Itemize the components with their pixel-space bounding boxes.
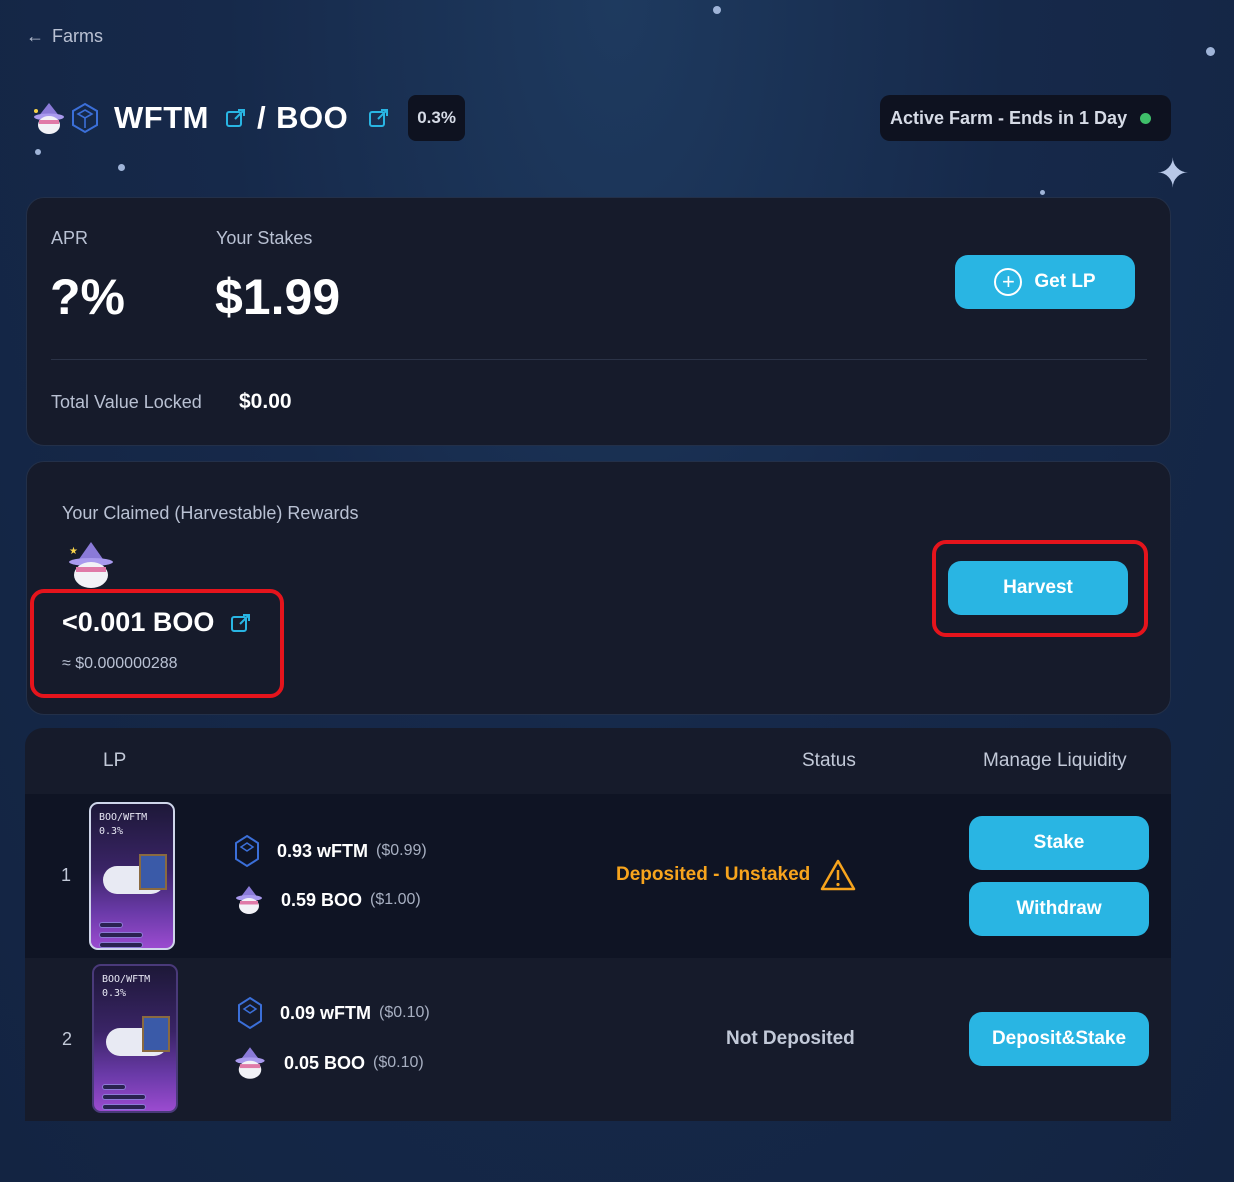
pair-separator: / (256, 100, 267, 135)
get-lp-label: Get LP (1034, 271, 1096, 292)
harvest-button[interactable]: Harvest (948, 561, 1128, 615)
status-not-deposited: Not Deposited (726, 1028, 855, 1049)
nft-stat-pill (102, 1104, 146, 1110)
stake-button[interactable]: Stake (969, 816, 1149, 870)
your-stakes-value: $1.99 (215, 269, 341, 325)
token-b-amount: 0.05 BOO (284, 1052, 366, 1073)
divider (51, 359, 1147, 360)
status-text: Deposited - Unstaked (616, 864, 811, 885)
column-header-manage-liquidity: Manage Liquidity (983, 750, 1127, 771)
apr-value: ?% (50, 269, 125, 325)
tvl-value: $0.00 (239, 390, 292, 413)
token-b-usd: ($1.00) (370, 891, 421, 908)
back-label: Farms (52, 26, 103, 46)
sparkle-icon: ✦ (1156, 152, 1190, 196)
background-star (118, 164, 125, 171)
token-a-usd: ($0.10) (379, 1004, 430, 1021)
boo-ghost-icon (32, 101, 66, 135)
background-star (35, 149, 41, 155)
svg-text:★: ★ (69, 546, 78, 557)
lp-nft-image[interactable]: BOO/WFTM 0.3% (89, 802, 175, 950)
nft-stat-pill (102, 1094, 146, 1100)
table-row: 1 BOO/WFTM 0.3% 0.93 wFTM ($0.99) 0.59 B… (25, 794, 1171, 958)
tvl-label: Total Value Locked (51, 392, 202, 412)
table-row: 2 BOO/WFTM 0.3% 0.09 wFTM ($0.10) 0.05 B… (25, 958, 1171, 1121)
boo-ghost-icon (236, 886, 262, 914)
back-to-farms-link[interactable]: ← Farms (26, 26, 103, 47)
background-star (713, 6, 721, 14)
warning-icon (821, 859, 856, 891)
your-stakes-label: Your Stakes (216, 228, 313, 248)
token-a-line: 0.93 wFTM ($0.99) (233, 834, 427, 868)
fantom-icon (238, 996, 262, 1030)
nft-title: BOO/WFTM (99, 812, 148, 823)
fantom-icon (68, 101, 102, 135)
pair-title: WFTM / BOO 0.3% (32, 94, 465, 142)
column-header-status: Status (802, 750, 856, 771)
status-deposited-unstaked: Deposited - Unstaked (616, 859, 856, 891)
fee-tier-badge: 0.3% (408, 95, 465, 141)
token-a-usd: ($0.99) (376, 842, 427, 859)
nft-box-art (139, 854, 167, 890)
row-index: 2 (62, 1029, 73, 1049)
row-index: 1 (61, 865, 72, 885)
background-star (1206, 47, 1215, 56)
token-a-amount: 0.93 wFTM (277, 840, 369, 861)
token-b-line: 0.05 BOO ($0.10) (232, 1045, 424, 1081)
lp-table: LP Status Manage Liquidity 1 BOO/WFTM 0.… (25, 728, 1171, 1121)
farm-status-text: Active Farm - Ends in 1 Day (890, 107, 1128, 128)
token-b-symbol: BOO (276, 100, 349, 135)
token-b-amount: 0.59 BOO (281, 889, 363, 910)
nft-title: BOO/WFTM (102, 974, 151, 985)
deposit-and-stake-button[interactable]: Deposit&Stake (969, 1012, 1149, 1066)
farm-status-badge: Active Farm - Ends in 1 Day (880, 95, 1171, 141)
token-a-symbol: WFTM (114, 100, 209, 135)
external-link-icon[interactable] (225, 107, 247, 129)
rewards-label: Your Claimed (Harvestable) Rewards (62, 503, 359, 523)
nft-fee: 0.3% (102, 988, 127, 999)
get-lp-button[interactable]: + Get LP (955, 255, 1135, 309)
token-a-amount: 0.09 wFTM (280, 1002, 372, 1023)
token-a-line: 0.09 wFTM ($0.10) (236, 996, 430, 1030)
nft-fee: 0.3% (99, 826, 124, 837)
farm-summary-card: APR ?% Your Stakes $1.99 + Get LP Total … (26, 197, 1171, 446)
arrow-left-icon: ← (26, 26, 44, 46)
nft-stat-pill (99, 922, 123, 928)
plus-circle-icon: + (994, 268, 1023, 296)
nft-box-art (142, 1016, 170, 1052)
withdraw-button[interactable]: Withdraw (969, 882, 1149, 936)
boo-ghost-icon (235, 1047, 265, 1079)
background-star (1040, 190, 1045, 195)
nft-stat-pill (99, 932, 143, 938)
fantom-icon (235, 834, 259, 868)
token-b-line: 0.59 BOO ($1.00) (233, 884, 421, 916)
active-status-dot (1140, 112, 1152, 124)
rewards-card: Your Claimed (Harvestable) Rewards ★ <0.… (26, 461, 1171, 715)
nft-stat-pill (102, 1084, 126, 1090)
column-header-lp: LP (103, 750, 127, 771)
external-link-icon[interactable] (368, 107, 390, 129)
lp-nft-image[interactable]: BOO/WFTM 0.3% (92, 964, 178, 1113)
apr-label: APR (51, 228, 89, 248)
boo-ghost-icon: ★ (63, 540, 119, 590)
reward-highlight-box (30, 589, 284, 698)
token-b-usd: ($0.10) (373, 1054, 424, 1071)
nft-stat-pill (99, 942, 143, 948)
